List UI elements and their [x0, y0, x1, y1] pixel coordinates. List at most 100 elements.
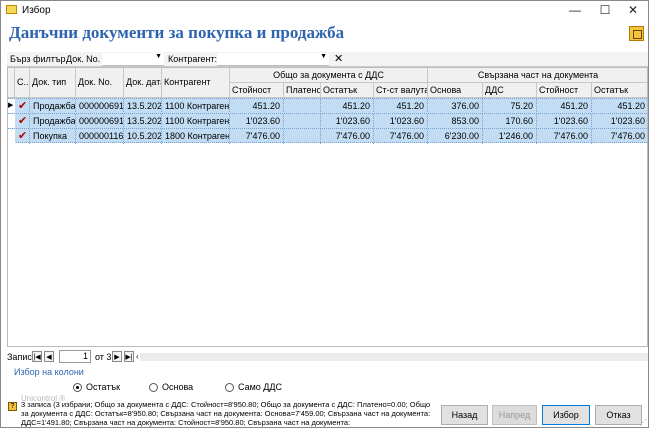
- filter-bar: Бърз филтър Док. No. ▼ Контрагент: ▼ ✕: [7, 52, 648, 67]
- cell-linked-value: 451.20: [537, 99, 592, 114]
- radio-vat-only-dot[interactable]: [225, 383, 234, 392]
- record-count: от 3: [95, 352, 112, 362]
- resize-grip-icon[interactable]: ⋰: [639, 418, 647, 427]
- cell-doc-date: 13.5.2021: [124, 114, 162, 129]
- documents-grid: С... Док. тип Док. No. Док. дата Контраг…: [7, 67, 648, 347]
- col-header-linked-value[interactable]: Стойност: [537, 83, 592, 98]
- app-icon: [6, 5, 17, 14]
- cell-paid: [284, 99, 321, 114]
- cell-remaining: 7'476.00: [321, 129, 374, 144]
- row-checkbox[interactable]: ✔: [15, 129, 30, 144]
- cell-currency-value: 451.20: [374, 99, 428, 114]
- chevron-down-icon[interactable]: ▼: [320, 53, 327, 60]
- cell-paid: [284, 114, 321, 129]
- clear-filter-icon[interactable]: ✕: [334, 52, 343, 65]
- maximize-button[interactable]: ☐: [590, 1, 620, 20]
- row-indicator-header: [8, 68, 15, 98]
- doc-no-label: Док. No.: [66, 54, 101, 64]
- cell-linked-value: 7'476.00: [537, 129, 592, 144]
- cell-doc-no: 0000006914: [76, 99, 124, 114]
- scroll-left-icon[interactable]: ‹: [136, 352, 139, 361]
- cell-doc-no: 0000001166: [76, 129, 124, 144]
- cell-linked-remaining: 1'023.60: [592, 114, 647, 129]
- record-number-input[interactable]: 1: [59, 350, 91, 363]
- header-group-linked: Свързана част на документа: [428, 68, 647, 83]
- cell-vat: 1'246.00: [483, 129, 537, 144]
- chevron-down-icon[interactable]: ▼: [155, 53, 162, 60]
- cell-contragent: 1100 Контрагент: [162, 114, 230, 129]
- back-button[interactable]: Назад: [441, 405, 488, 425]
- cell-currency-value: 1'023.60: [374, 114, 428, 129]
- cell-linked-value: 1'023.60: [537, 114, 592, 129]
- title-bar: Избор — ☐ ✕: [1, 1, 648, 20]
- col-header-remaining[interactable]: Остатък: [321, 83, 374, 98]
- cancel-button[interactable]: Отказ: [595, 405, 642, 425]
- record-navigator: Запис: |◀ ◀ 1 от 3 ▶ ▶| ‹: [7, 350, 648, 364]
- col-header-vat[interactable]: ДДС: [483, 83, 537, 98]
- col-header-paid[interactable]: Платено: [284, 83, 321, 98]
- col-header-contragent[interactable]: Контрагент: [162, 68, 230, 98]
- window-options-icon[interactable]: [629, 26, 644, 41]
- cell-currency-value: 7'476.00: [374, 129, 428, 144]
- col-header-check[interactable]: С...: [15, 68, 30, 98]
- quick-filter-label[interactable]: Бърз филтър: [10, 54, 66, 64]
- col-header-base[interactable]: Основа: [428, 83, 483, 98]
- next-record-button[interactable]: ▶: [112, 351, 122, 362]
- row-indicator: [8, 129, 15, 144]
- cell-doc-type: Продажба: [30, 99, 76, 114]
- prev-record-button[interactable]: ◀: [44, 351, 54, 362]
- cell-value: 451.20: [230, 99, 284, 114]
- col-header-doc-date[interactable]: Док. дата: [124, 68, 162, 98]
- radio-remaining-dot[interactable]: [73, 383, 82, 392]
- cell-linked-remaining: 451.20: [592, 99, 647, 114]
- doc-no-combo[interactable]: ▼: [102, 53, 164, 66]
- page-title: Данъчни документи за покупка и продажба: [9, 23, 345, 42]
- cell-linked-remaining: 7'476.00: [592, 129, 647, 144]
- radio-base-dot[interactable]: [149, 383, 158, 392]
- last-record-button[interactable]: ▶|: [124, 351, 134, 362]
- dialog-window: Избор — ☐ ✕ Данъчни документи за покупка…: [0, 0, 649, 428]
- cell-doc-type: Продажба: [30, 114, 76, 129]
- cell-contragent: 1800 Контрагент: [162, 129, 230, 144]
- horizontal-scrollbar[interactable]: [140, 353, 648, 361]
- contragent-combo[interactable]: ▼: [217, 53, 329, 66]
- minimize-button[interactable]: —: [560, 1, 590, 20]
- cell-remaining: 1'023.60: [321, 114, 374, 129]
- row-indicator: [8, 114, 15, 129]
- radio-remaining-label: Остатък: [86, 382, 121, 392]
- col-header-doc-type[interactable]: Док. тип: [30, 68, 76, 98]
- cell-doc-date: 10.5.2021: [124, 129, 162, 144]
- cell-base: 376.00: [428, 99, 483, 114]
- choose-columns-link[interactable]: Избор на колони: [14, 367, 84, 377]
- cell-doc-type: Покупка: [30, 129, 76, 144]
- cell-paid: [284, 129, 321, 144]
- table-row[interactable]: ✔ Покупка 0000001166 10.5.2021 1800 Конт…: [8, 128, 647, 144]
- cell-vat: 170.60: [483, 114, 537, 129]
- col-header-value[interactable]: Стойност: [230, 83, 284, 98]
- cell-vat: 75.20: [483, 99, 537, 114]
- select-button[interactable]: Избор: [542, 405, 590, 425]
- cell-remaining: 451.20: [321, 99, 374, 114]
- cell-value: 7'476.00: [230, 129, 284, 144]
- selection-summary: 3 записа (3 избрани; Общо за документа с…: [21, 400, 431, 427]
- close-button[interactable]: ✕: [618, 1, 648, 20]
- cell-base: 853.00: [428, 114, 483, 129]
- table-row[interactable]: ✔ Продажба 0000006915 13.5.2021 1100 Кон…: [8, 113, 647, 129]
- radio-base-label: Основа: [162, 382, 194, 392]
- current-row-indicator-icon: ▶: [8, 99, 15, 114]
- row-checkbox[interactable]: ✔: [15, 99, 30, 114]
- contragent-label: Контрагент:: [168, 54, 218, 64]
- next-button[interactable]: Напред: [492, 405, 537, 425]
- table-row[interactable]: ▶ ✔ Продажба 0000006914 13.5.2021 1100 К…: [8, 98, 647, 114]
- header-group-total: Общо за документа с ДДС: [230, 68, 428, 83]
- cell-value: 1'023.60: [230, 114, 284, 129]
- cell-doc-no: 0000006915: [76, 114, 124, 129]
- first-record-button[interactable]: |◀: [32, 351, 42, 362]
- col-header-currency-value[interactable]: Ст-ст валута: [374, 83, 428, 98]
- cell-doc-date: 13.5.2021: [124, 99, 162, 114]
- help-icon[interactable]: ?: [8, 402, 17, 411]
- col-header-doc-no[interactable]: Док. No.: [76, 68, 124, 98]
- window-title: Избор: [22, 5, 51, 16]
- row-checkbox[interactable]: ✔: [15, 114, 30, 129]
- col-header-linked-remaining[interactable]: Остатък: [592, 83, 647, 98]
